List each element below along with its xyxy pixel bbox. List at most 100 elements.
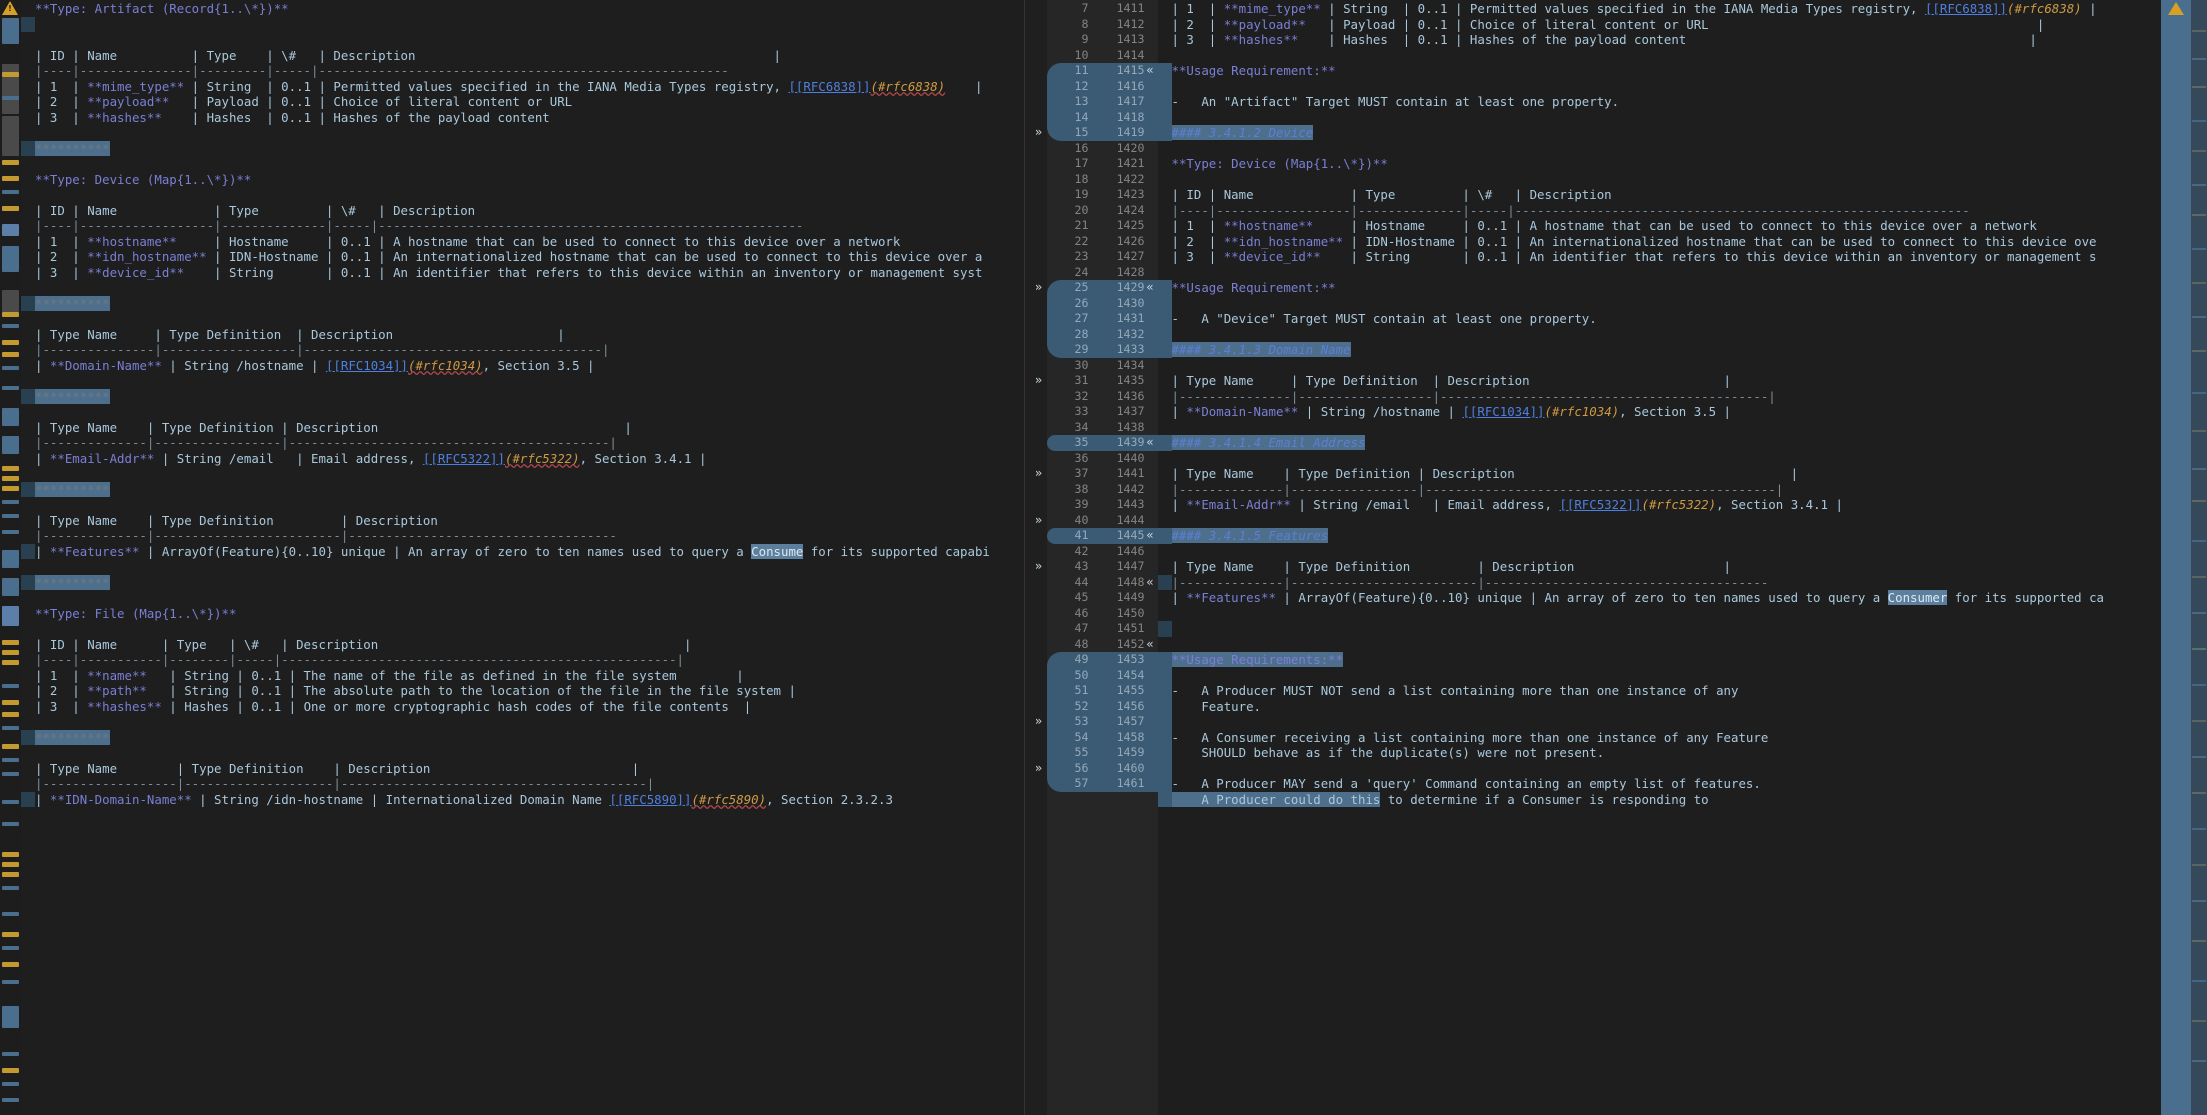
code-line[interactable]: #### 3.4.1.5 Features	[1158, 528, 1172, 544]
code-line[interactable]	[21, 745, 35, 761]
code-line[interactable]: #### 3.4.1.3 Domain Name	[1158, 342, 1172, 358]
code-line[interactable]	[21, 187, 35, 203]
change-marker[interactable]	[2, 312, 19, 317]
code-line[interactable]	[1158, 141, 1172, 157]
code-line[interactable]	[21, 714, 35, 730]
change-marker[interactable]	[2, 1082, 19, 1086]
apply-to-right-chevron-icon[interactable]: »	[1031, 125, 1047, 141]
change-marker[interactable]	[2, 246, 19, 272]
change-marker[interactable]	[2, 500, 19, 504]
code-line[interactable]: | 1 | **hostname** | Hostname | 0..1 | A…	[1158, 218, 1172, 234]
code-line[interactable]	[21, 559, 35, 575]
code-line[interactable]: | Type Name | Type Definition | Descript…	[1158, 559, 1172, 575]
change-marker[interactable]	[2, 352, 19, 357]
code-line[interactable]: | 1 | **mime_type** | String | 0..1 | Pe…	[21, 79, 35, 95]
change-marker[interactable]	[2, 408, 19, 426]
code-line[interactable]	[21, 373, 35, 389]
code-line[interactable]: | 1 | **name** | String | 0..1 | The nam…	[21, 668, 35, 684]
code-line[interactable]: | 3 | **device_id** | String | 0..1 | An…	[1158, 249, 1172, 265]
code-line[interactable]: #### 3.4.1.4 Email Address	[1158, 435, 1172, 451]
code-line[interactable]: |--------------|------------------------…	[1158, 575, 1172, 591]
code-line[interactable]: - A Producer MUST NOT send a list contai…	[1158, 683, 1172, 699]
change-marker[interactable]	[2, 190, 19, 194]
code-line[interactable]	[21, 156, 35, 172]
apply-to-right-chevron-icon[interactable]: »	[1031, 466, 1047, 482]
code-line[interactable]	[1158, 668, 1172, 684]
code-line[interactable]: **Usage Requirements:**	[1158, 652, 1172, 668]
change-marker[interactable]	[2, 224, 19, 236]
code-line[interactable]: | ID | Name | Type | \# | Description	[21, 203, 35, 219]
code-line[interactable]: Feature.	[1158, 699, 1172, 715]
code-line[interactable]	[1158, 513, 1172, 529]
change-marker[interactable]	[2, 476, 19, 481]
apply-to-right-chevron-icon[interactable]: »	[1031, 714, 1047, 730]
code-line[interactable]: | Type Name | Type Definition | Descript…	[21, 327, 35, 343]
change-marker[interactable]	[2, 72, 19, 77]
change-marker[interactable]	[2, 606, 19, 626]
apply-to-left-chevron-icon[interactable]: «	[1143, 280, 1158, 296]
code-line[interactable]: **********	[21, 389, 35, 405]
apply-to-right-chevron-icon[interactable]: »	[1031, 373, 1047, 389]
code-line[interactable]	[21, 32, 35, 48]
change-marker[interactable]	[2, 980, 19, 984]
change-marker[interactable]	[2, 772, 19, 776]
apply-to-left-chevron-icon[interactable]: «	[1143, 637, 1158, 653]
change-marker[interactable]	[2, 160, 19, 165]
code-line[interactable]: | 2 | **idn_hostname** | IDN-Hostname | …	[21, 249, 35, 265]
code-line[interactable]	[1158, 544, 1172, 560]
code-line[interactable]	[21, 497, 35, 513]
change-marker[interactable]	[2, 684, 19, 688]
code-line[interactable]	[21, 590, 35, 606]
code-line[interactable]	[1158, 265, 1172, 281]
code-line[interactable]: **Type: Device (Map{1..\*})**	[21, 172, 35, 188]
apply-to-right-chevron-icon[interactable]: »	[1031, 559, 1047, 575]
code-line[interactable]: | **Email-Addr** | String /email | Email…	[1158, 497, 1172, 513]
code-line[interactable]	[1158, 110, 1172, 126]
code-line[interactable]	[1158, 79, 1172, 95]
code-line[interactable]	[1158, 172, 1172, 188]
right-diff-pane[interactable]: | 1 | **mime_type** | String | 0..1 | Pe…	[1158, 0, 2162, 1115]
code-line[interactable]: | ID | Name | Type | \# | Description |	[21, 48, 35, 64]
left-diff-pane[interactable]: **Type: Artifact (Record{1..\*})** | ID …	[21, 0, 1025, 1115]
change-marker[interactable]	[2, 96, 19, 100]
change-marker[interactable]	[2, 852, 19, 857]
code-line[interactable]	[1158, 621, 1172, 637]
change-marker[interactable]	[2, 660, 19, 665]
code-line[interactable]	[21, 125, 35, 141]
code-line[interactable]: |----|------------------|--------------|…	[1158, 203, 1172, 219]
change-marker[interactable]	[2, 116, 19, 156]
code-line[interactable]: | Type Name | Type Definition | Descript…	[21, 761, 35, 777]
code-line[interactable]: SHOULD behave as if the duplicate(s) wer…	[1158, 745, 1172, 761]
code-line[interactable]: **********	[21, 730, 35, 746]
apply-to-left-chevron-icon[interactable]: «	[1143, 575, 1158, 591]
change-marker[interactable]	[2, 1098, 19, 1102]
code-line[interactable]: |---------------|------------------|----…	[1158, 389, 1172, 405]
code-line[interactable]	[1158, 637, 1172, 653]
change-marker[interactable]	[2, 290, 19, 312]
code-line[interactable]: | 3 | **device_id** | String | 0..1 | An…	[21, 265, 35, 281]
change-marker[interactable]	[2, 466, 19, 471]
code-line[interactable]: - A Consumer receiving a list containing…	[1158, 730, 1172, 746]
code-line[interactable]: | **Features** | ArrayOf(Feature){0..10}…	[21, 544, 35, 560]
code-line[interactable]: |---------------|------------------|----…	[21, 342, 35, 358]
change-marker[interactable]	[2, 324, 19, 328]
code-line[interactable]: | 2 | **payload** | Payload | 0..1 | Cho…	[21, 94, 35, 110]
change-marker[interactable]	[2, 640, 19, 645]
code-line[interactable]: | ID | Name | Type | \# | Description	[1158, 187, 1172, 203]
code-line[interactable]: | Type Name | Type Definition | Descript…	[21, 513, 35, 529]
code-line[interactable]	[1158, 296, 1172, 312]
code-line[interactable]: #### 3.4.1.2 Device	[1158, 125, 1172, 141]
code-line[interactable]: | Type Name | Type Definition | Descript…	[21, 420, 35, 436]
diff-gutter[interactable]: 714118141291413101414111415«121416131417…	[1025, 0, 1158, 1115]
code-line[interactable]: | Type Name | Type Definition | Descript…	[1158, 466, 1172, 482]
apply-to-left-chevron-icon[interactable]: «	[1143, 435, 1158, 451]
code-line[interactable]: **Usage Requirement:**	[1158, 63, 1172, 79]
code-line[interactable]: - An "Artifact" Target MUST contain at l…	[1158, 94, 1172, 110]
code-line[interactable]	[21, 17, 35, 33]
change-marker[interactable]	[2, 530, 19, 534]
code-line[interactable]: **Usage Requirement:**	[1158, 280, 1172, 296]
code-line[interactable]: | **Domain-Name** | String /hostname | […	[21, 358, 35, 374]
minimap-viewport[interactable]	[2191, 0, 2207, 1115]
code-line[interactable]: |--------------|-----------------|------…	[21, 435, 35, 451]
code-line[interactable]: | 1 | **mime_type** | String | 0..1 | Pe…	[1158, 1, 1172, 17]
